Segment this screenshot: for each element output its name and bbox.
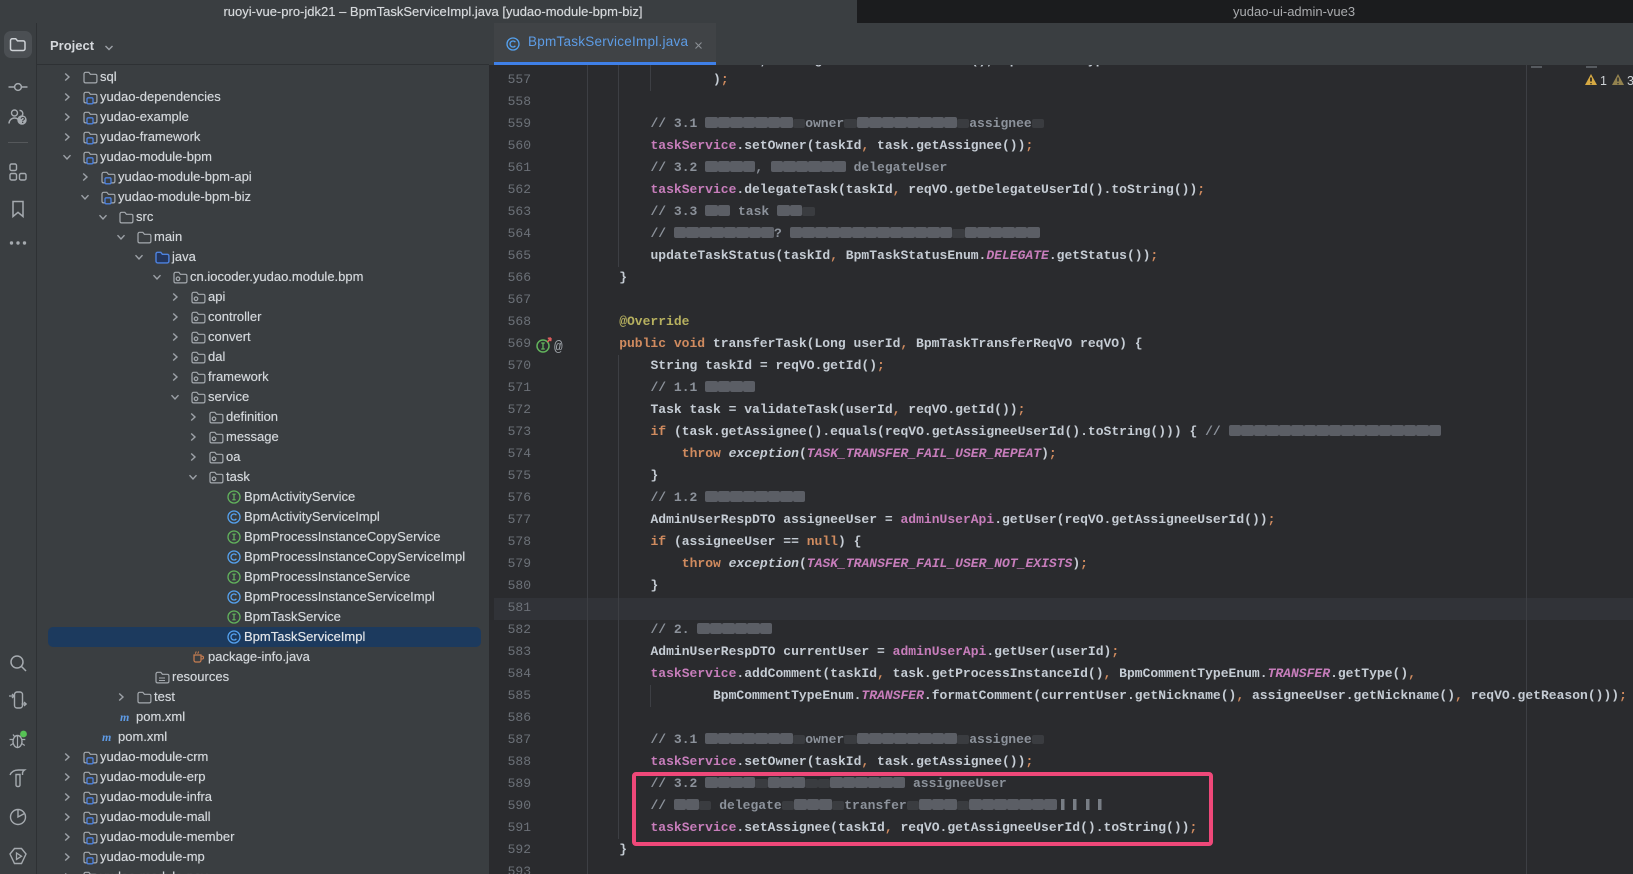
svg-text:?: ? [20, 115, 25, 125]
svg-text:@: @ [554, 340, 563, 354]
svg-text:1: 1 [1600, 74, 1607, 88]
svg-text:m: m [120, 710, 129, 724]
svg-text:3: 3 [1627, 74, 1633, 88]
svg-text:m: m [102, 730, 111, 744]
